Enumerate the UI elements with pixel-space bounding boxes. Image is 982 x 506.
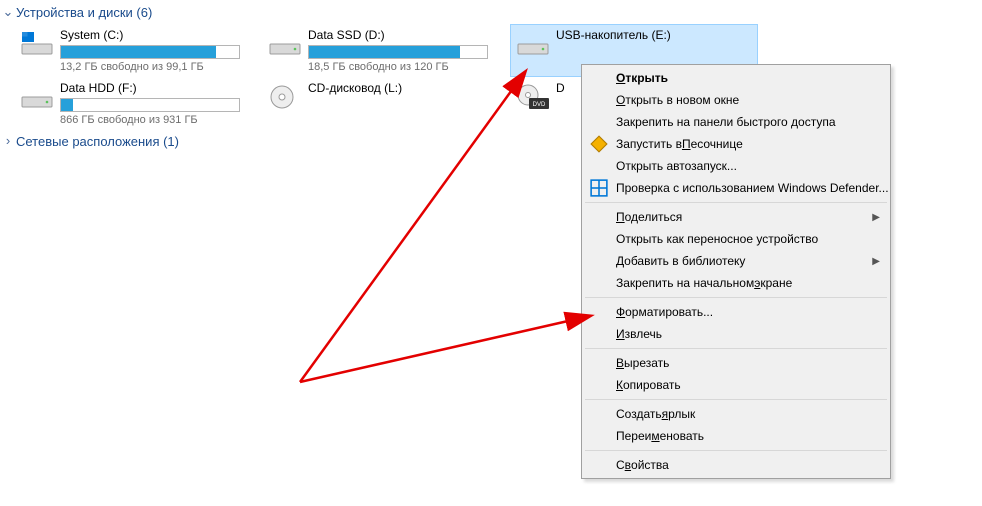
capacity-bar xyxy=(60,45,240,59)
usb-drive-icon xyxy=(516,30,550,58)
section-title: Устройства и диски (6) xyxy=(16,5,152,20)
menu-open-portable[interactable]: Открыть как переносное устройство xyxy=(584,228,888,250)
submenu-arrow-icon: ▶ xyxy=(872,256,880,267)
menu-add-library[interactable]: Добавить в библиотеку▶ xyxy=(584,250,888,272)
capacity-bar xyxy=(60,98,240,112)
drive-label: Data SSD (D:) xyxy=(308,28,504,42)
chevron-right-icon: › xyxy=(2,133,14,148)
drive-item-cd-l[interactable]: CD-дисковод (L:) xyxy=(262,77,510,130)
drive-item-system-c[interactable]: System (C:) 13,2 ГБ свободно из 99,1 ГБ xyxy=(14,24,262,77)
menu-windows-defender[interactable]: Проверка с использованием Windows Defend… xyxy=(584,177,888,199)
dvd-drive-icon: DVD xyxy=(516,83,550,111)
menu-pin-quick-access[interactable]: Закрепить на панели быстрого доступа xyxy=(584,111,888,133)
menu-separator xyxy=(585,348,887,349)
drive-subtext: 866 ГБ свободно из 931 ГБ xyxy=(60,114,256,126)
cd-drive-icon xyxy=(268,83,302,111)
drive-subtext: 18,5 ГБ свободно из 120 ГБ xyxy=(308,61,504,73)
drive-label: Data HDD (F:) xyxy=(60,81,256,95)
os-drive-icon xyxy=(20,30,54,58)
capacity-bar xyxy=(308,45,488,59)
menu-pin-start[interactable]: Закрепить на начальном экране xyxy=(584,272,888,294)
sandbox-icon xyxy=(590,135,608,153)
submenu-arrow-icon: ▶ xyxy=(872,212,880,223)
menu-share[interactable]: Поделиться▶ xyxy=(584,206,888,228)
menu-eject[interactable]: Извлечь xyxy=(584,323,888,345)
menu-create-shortcut[interactable]: Создать ярлык xyxy=(584,403,888,425)
menu-run-sandbox[interactable]: Запустить в Песочнице xyxy=(584,133,888,155)
section-title: Сетевые расположения (1) xyxy=(16,134,179,149)
context-menu: Открыть Открыть в новом окне Закрепить н… xyxy=(581,64,891,479)
menu-open[interactable]: Открыть xyxy=(584,67,888,89)
section-header-devices[interactable]: ⌄ Устройства и диски (6) xyxy=(0,0,982,24)
menu-separator xyxy=(585,399,887,400)
menu-cut[interactable]: Вырезать xyxy=(584,352,888,374)
defender-icon xyxy=(590,179,608,197)
svg-text:DVD: DVD xyxy=(533,102,546,108)
hdd-icon xyxy=(268,30,302,58)
menu-separator xyxy=(585,450,887,451)
menu-separator xyxy=(585,202,887,203)
menu-rename[interactable]: Переименовать xyxy=(584,425,888,447)
drive-label: USB-накопитель (E:) xyxy=(556,28,752,42)
menu-open-new-window[interactable]: Открыть в новом окне xyxy=(584,89,888,111)
menu-separator xyxy=(585,297,887,298)
drive-label: CD-дисковод (L:) xyxy=(308,81,504,95)
drive-label: System (C:) xyxy=(60,28,256,42)
drive-subtext: 13,2 ГБ свободно из 99,1 ГБ xyxy=(60,61,256,73)
menu-properties[interactable]: Свойства xyxy=(584,454,888,476)
menu-format[interactable]: Форматировать... xyxy=(584,301,888,323)
hdd-icon xyxy=(20,83,54,111)
menu-copy[interactable]: Копировать xyxy=(584,374,888,396)
chevron-down-icon: ⌄ xyxy=(2,4,14,20)
menu-open-autorun[interactable]: Открыть автозапуск... xyxy=(584,155,888,177)
drive-item-data-ssd-d[interactable]: Data SSD (D:) 18,5 ГБ свободно из 120 ГБ xyxy=(262,24,510,77)
drive-item-data-hdd-f[interactable]: Data HDD (F:) 866 ГБ свободно из 931 ГБ xyxy=(14,77,262,130)
